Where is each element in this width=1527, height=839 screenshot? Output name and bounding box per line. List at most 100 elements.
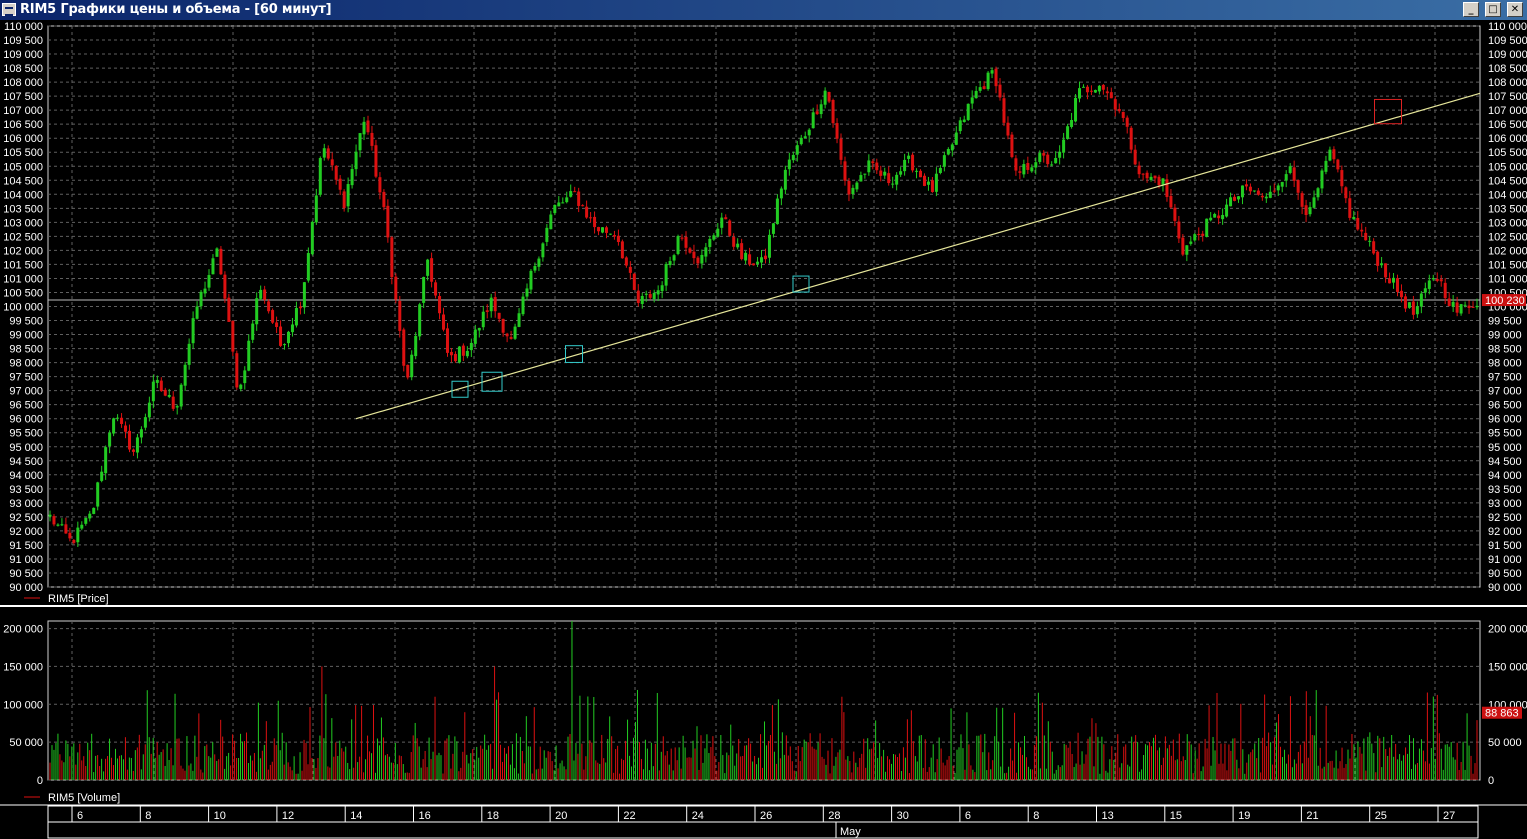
candle (187, 338, 191, 370)
candle-body (644, 293, 648, 295)
price-tick-right: 96 500 (1488, 400, 1522, 412)
candle (1332, 146, 1336, 164)
candle-body (247, 340, 251, 371)
candle (1284, 170, 1288, 188)
candle (974, 86, 978, 99)
candle (656, 285, 660, 301)
candle (1070, 112, 1074, 129)
candle-body (1411, 301, 1415, 315)
candle (243, 366, 247, 390)
candle-body (819, 104, 823, 115)
candle-body (998, 84, 1002, 98)
candle-body (628, 266, 632, 273)
candle (72, 539, 76, 545)
candle-body (787, 159, 791, 170)
candle-body (414, 335, 418, 357)
candle (267, 299, 271, 314)
candle-body (752, 263, 756, 266)
candle-body (1264, 196, 1268, 199)
candle-body (354, 151, 358, 170)
volume-pane[interactable]: 0 050 000 50 000100 000 100 000150 000 150 0… (0, 620, 1527, 806)
candle-body (688, 248, 692, 253)
candle-body (465, 350, 469, 357)
candle-body (1415, 306, 1419, 315)
candle-body (187, 343, 191, 365)
candle-body (1256, 190, 1260, 195)
candle (1145, 170, 1149, 183)
candle (1368, 236, 1372, 247)
price-tick-right: 106 500 (1488, 119, 1527, 131)
candle (386, 199, 390, 243)
date-axis: 6 8 10 12 14 16 18 20 22 24 26 28 30 6 8 13 15 19 21 25 27 Ma… (47, 805, 1479, 839)
candle-body (135, 437, 139, 453)
candle (453, 351, 457, 363)
candle-body (692, 251, 696, 259)
candle (434, 279, 438, 299)
candle-body (1189, 241, 1193, 244)
candle (1153, 175, 1157, 183)
price-tick-right: 108 500 (1488, 63, 1527, 75)
candle-body (1384, 263, 1388, 278)
candle (962, 115, 966, 123)
price-tick-left: 104 000 (3, 189, 43, 201)
candle (1300, 191, 1304, 215)
candle (537, 256, 541, 272)
candle (255, 292, 259, 331)
candle-body (1054, 157, 1058, 164)
candle-body (378, 177, 382, 193)
candle-body (676, 236, 680, 254)
candle-body (1380, 263, 1384, 266)
price-tick-left: 100 000 (3, 302, 43, 314)
candle-body (835, 123, 839, 139)
price-pane[interactable]: 90 000 90 000 90 500 90 500 91 000 91 000 91 5… (0, 21, 1527, 607)
candle (1308, 202, 1312, 217)
price-tick-left: 91 000 (9, 554, 43, 566)
candle-body (1292, 167, 1296, 181)
candle-body (509, 337, 513, 339)
candle (585, 200, 589, 219)
candle (1141, 173, 1145, 181)
candle-body (1388, 278, 1392, 284)
close-button[interactable]: ✕ (1507, 2, 1523, 17)
candle-body (1455, 302, 1459, 313)
candle-body (827, 91, 831, 102)
candle (708, 235, 712, 254)
candle (859, 171, 863, 182)
candle (549, 210, 553, 230)
price-tick-left: 90 500 (9, 568, 43, 580)
candle (139, 426, 143, 444)
candle (215, 247, 219, 257)
candle (465, 346, 469, 359)
candle-body (720, 217, 724, 228)
candle-body (942, 155, 946, 167)
candle-body (1435, 278, 1439, 281)
price-tick-left: 93 500 (9, 484, 43, 496)
price-tick-left: 109 000 (3, 49, 43, 61)
price-tick-left: 105 000 (3, 161, 43, 173)
candle (899, 167, 903, 178)
candle-body (895, 174, 899, 185)
candle (481, 305, 485, 331)
chart-area[interactable]: 90 000 90 000 90 500 90 500 91 000 91 000 91 5… (0, 20, 1527, 839)
maximize-button[interactable]: □ (1485, 2, 1501, 17)
price-tick-right: 104 000 (1488, 189, 1527, 201)
candle-body (501, 318, 505, 333)
candle-body (859, 175, 863, 182)
candle (1181, 234, 1185, 257)
candle-body (1467, 305, 1471, 308)
candle-body (525, 288, 529, 297)
candle (1312, 190, 1316, 209)
candle-body (648, 294, 652, 298)
minimize-button[interactable]: _ (1463, 2, 1479, 17)
price-tick-left: 110 000 (4, 21, 43, 33)
candle-body (326, 148, 330, 159)
candle (668, 256, 672, 268)
candle-body (298, 306, 302, 309)
candle-body (116, 417, 120, 419)
candle-body (374, 145, 378, 177)
candle (680, 234, 684, 241)
candle-body (96, 482, 100, 507)
candle-body (1050, 164, 1054, 166)
candle-body (1137, 165, 1141, 175)
candle-body (1320, 170, 1324, 189)
